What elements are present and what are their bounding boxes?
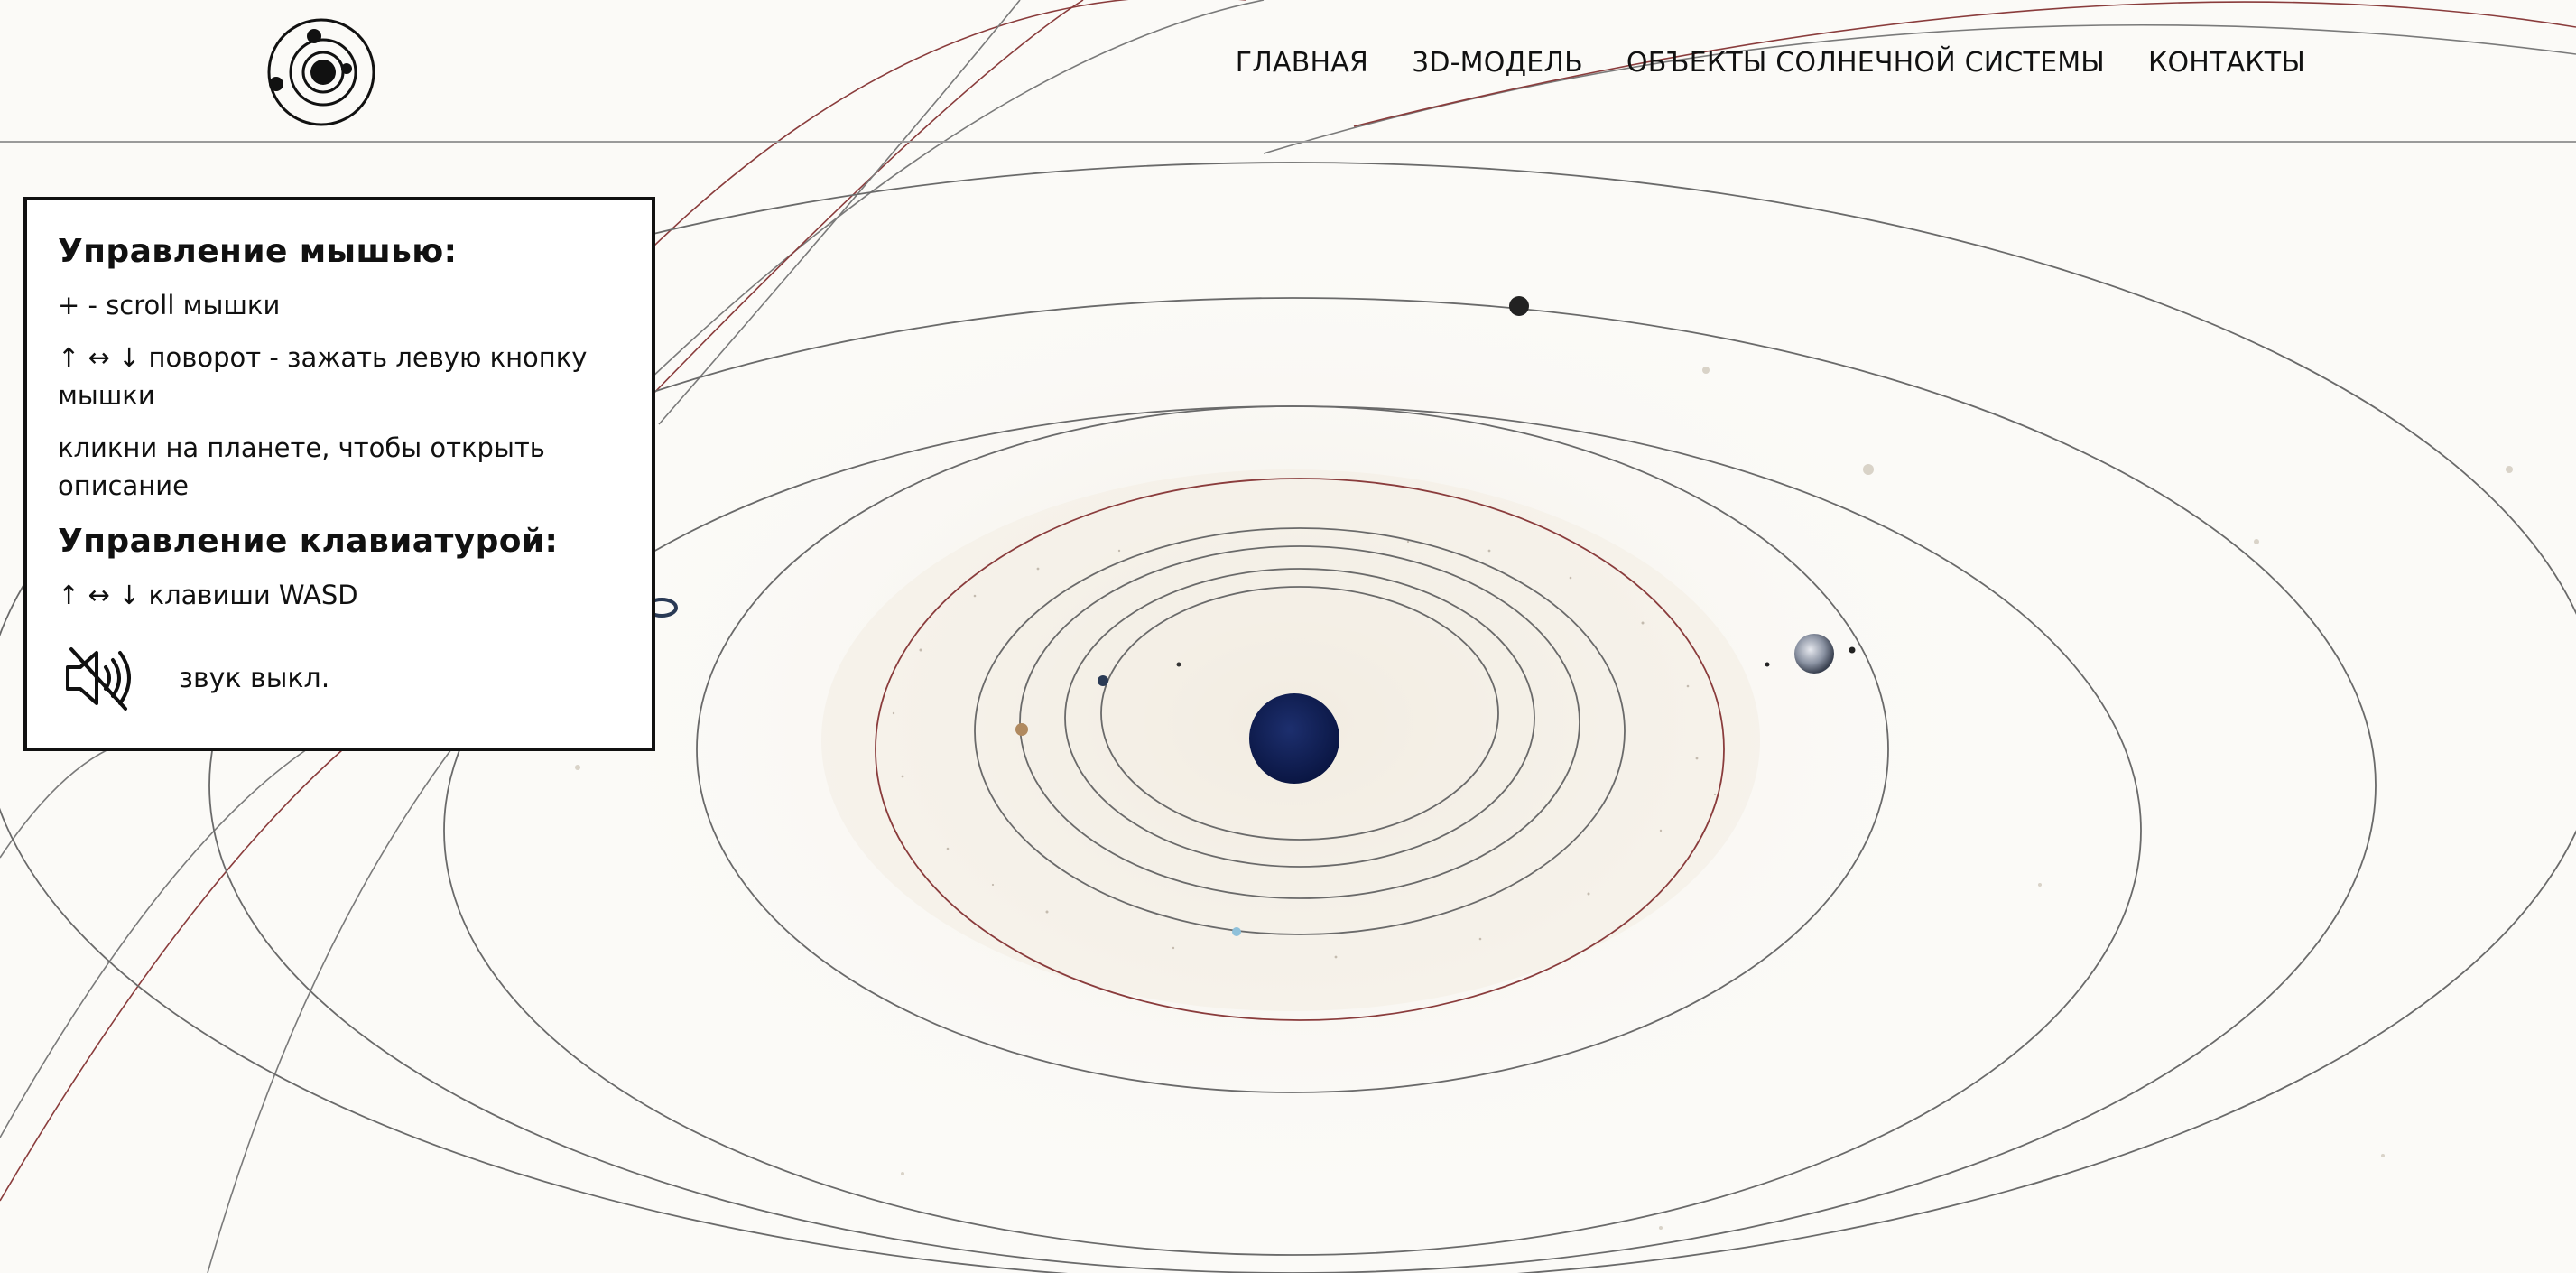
planet-tiny[interactable] (1176, 662, 1181, 667)
planet-small-blue[interactable] (1098, 675, 1108, 686)
sound-row: звук выкл. (58, 637, 623, 719)
keyboard-controls-title: Управление клавиатурой: (58, 523, 559, 560)
main-nav: ГЛАВНАЯ 3D-МОДЕЛЬ ОБЪЕКТЫ СОЛНЕЧНОЙ СИСТ… (1236, 47, 2305, 79)
planet-jupiter[interactable] (1794, 634, 1834, 674)
nav-contacts[interactable]: КОНТАКТЫ (2148, 47, 2305, 79)
site-header: ГЛАВНАЯ 3D-МОДЕЛЬ ОБЪЕКТЫ СОЛНЕЧНОЙ СИСТ… (0, 0, 2576, 143)
mouse-zoom-text: + - scroll мышки (58, 290, 281, 321)
mouse-rotate-text: ↑ ↔ ↓ поворот - зажать левую кнопку мышк… (58, 342, 588, 411)
nav-3d-model[interactable]: 3D-МОДЕЛЬ (1412, 47, 1583, 79)
sun-planet[interactable] (1249, 693, 1339, 784)
mouse-controls-title: Управление мышью: (58, 233, 458, 270)
moon-dot (1765, 662, 1770, 667)
planet-dark[interactable] (1509, 296, 1529, 316)
moon-dot (1849, 646, 1856, 654)
planet-light-blue[interactable] (1232, 927, 1241, 936)
keyboard-keys-text: ↑ ↔ ↓ клавиши WASD (58, 580, 358, 610)
planet-mars[interactable] (1015, 723, 1028, 736)
sound-toggle-button[interactable] (58, 637, 139, 719)
nav-home[interactable]: ГЛАВНАЯ (1236, 47, 1368, 79)
sound-off-icon (66, 647, 131, 711)
mouse-click-text: кликни на планете, чтобы открыть описани… (58, 432, 545, 501)
controls-panel: Управление мышью: + - scroll мышки ↑ ↔ ↓… (23, 197, 655, 751)
sound-status-label: звук выкл. (179, 662, 330, 694)
nav-solar-objects[interactable]: ОБЪЕКТЫ СОЛНЕЧНОЙ СИСТЕМЫ (1626, 47, 2105, 79)
solar-system-logo-icon[interactable] (265, 16, 377, 128)
